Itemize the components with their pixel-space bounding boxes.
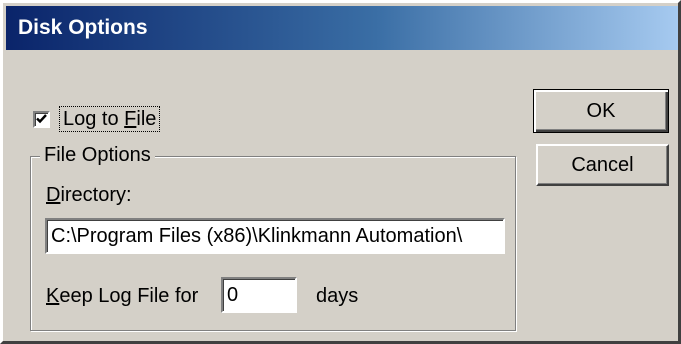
keep-days-input[interactable]: [221, 277, 297, 313]
cancel-button[interactable]: Cancel: [536, 144, 669, 186]
log-to-file-checkbox[interactable]: [33, 110, 50, 128]
directory-label: Directory:: [46, 184, 132, 206]
title-bar[interactable]: Disk Options: [6, 6, 678, 50]
check-icon: [36, 114, 47, 124]
window-title: Disk Options: [18, 16, 148, 39]
file-options-group-label: File Options: [40, 142, 155, 168]
disk-options-dialog: Disk Options Log to File File Options Di…: [0, 0, 681, 344]
ok-button[interactable]: OK: [533, 89, 669, 133]
directory-input[interactable]: [45, 218, 505, 254]
days-unit-label: days: [316, 285, 359, 307]
log-to-file-label[interactable]: Log to File: [59, 106, 161, 132]
log-to-file-row[interactable]: Log to File: [33, 106, 161, 132]
keep-log-file-label: Keep Log File for: [46, 285, 199, 307]
